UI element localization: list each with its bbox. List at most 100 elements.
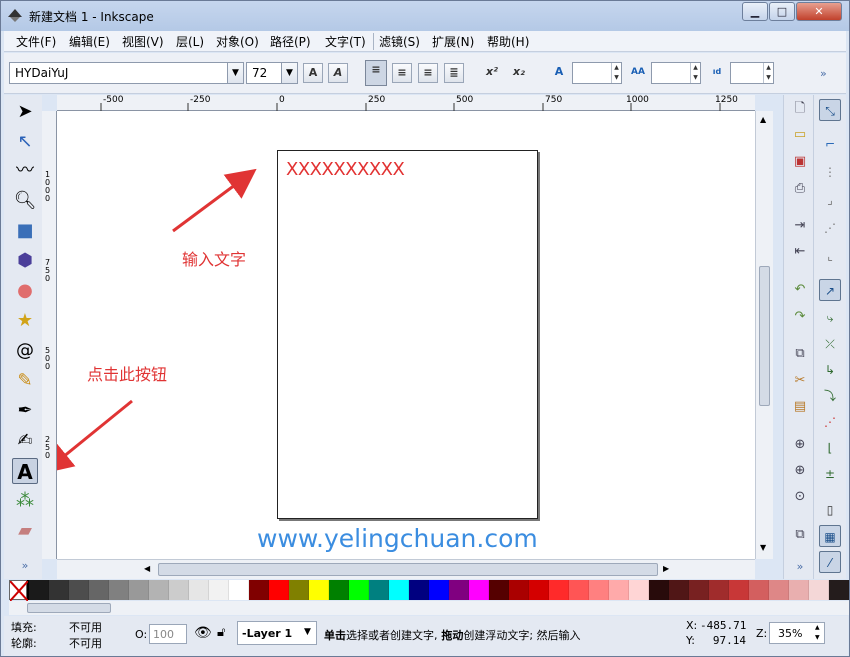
palette-swatch[interactable] (369, 580, 389, 600)
spin-arrows-icon[interactable]: ▲ ▼ (815, 623, 820, 643)
menu-text[interactable]: 文字(T) (325, 33, 366, 50)
text-tool-icon[interactable]: A (12, 458, 38, 484)
snap-nodes-icon[interactable]: ↗ (819, 279, 841, 301)
snap-smooth-icon[interactable]: ⤵ (819, 385, 841, 407)
palette-swatch[interactable] (569, 580, 589, 600)
palette-swatch[interactable] (149, 580, 169, 600)
zoom-drawing-icon[interactable]: ⊕ (790, 461, 810, 481)
save-icon[interactable]: ▣ (790, 152, 810, 172)
ellipse-tool-icon[interactable]: ● (12, 278, 38, 304)
font-size-combo[interactable]: 72 ▼ (246, 62, 298, 84)
snap-object-center-icon[interactable]: ⌊ (819, 437, 841, 459)
node-tool-icon[interactable]: ↖ (12, 129, 38, 155)
palette-swatch[interactable] (209, 580, 229, 600)
snap-rotation-center-icon[interactable]: ± (819, 463, 841, 485)
chevron-down-icon[interactable]: ▼ (227, 63, 243, 83)
palette-swatch[interactable] (309, 580, 329, 600)
spin-arrows-icon[interactable]: ▲ ▼ (611, 63, 621, 83)
snap-intersection-icon[interactable]: ⤫ (819, 333, 841, 355)
palette-swatch[interactable] (289, 580, 309, 600)
opacity-spin[interactable]: 100 (149, 624, 187, 644)
more-controls-button[interactable]: » (820, 67, 827, 80)
line-spacing-spin[interactable]: ▲ ▼ (572, 62, 622, 84)
menu-layer[interactable]: 层(L) (176, 33, 204, 50)
undo-icon[interactable]: ↶ (790, 280, 810, 300)
more-commands-button[interactable]: » (790, 557, 810, 577)
chevron-down-icon[interactable]: ▼ (304, 627, 311, 637)
palette-swatch[interactable] (349, 580, 369, 600)
copy-icon[interactable]: ⧉ (790, 344, 810, 364)
snap-grid-icon[interactable]: ▦ (819, 525, 841, 547)
palette-swatch[interactable] (69, 580, 89, 600)
pen-tool-icon[interactable]: ✒ (12, 398, 38, 424)
align-center-button[interactable]: ≡ (392, 63, 412, 83)
snap-bbox-mid-icon[interactable]: ⋰ (819, 217, 841, 239)
justify-button[interactable]: ≣ (444, 63, 464, 83)
palette-swatch[interactable] (29, 580, 49, 600)
menu-view[interactable]: 视图(V) (122, 33, 164, 50)
menu-path[interactable]: 路径(P) (270, 33, 311, 50)
bold-button[interactable]: A (303, 63, 323, 83)
palette-swatch[interactable] (169, 580, 189, 600)
menu-filters[interactable]: 滤镜(S) (379, 33, 420, 50)
scroll-up-icon[interactable]: ▲ (760, 115, 766, 124)
palette-swatch[interactable] (269, 580, 289, 600)
stroke-value[interactable]: 不可用 (69, 635, 102, 651)
palette-swatch[interactable] (669, 580, 689, 600)
pencil-tool-icon[interactable]: ✎ (12, 368, 38, 394)
palette-swatch[interactable] (689, 580, 709, 600)
document-page[interactable]: XXXXXXXXXX (277, 150, 538, 519)
italic-button[interactable]: A (328, 63, 348, 83)
palette-swatch[interactable] (229, 580, 249, 600)
paste-icon[interactable]: ▤ (790, 397, 810, 417)
eraser-tool-icon[interactable]: ▰ (12, 518, 38, 544)
align-left-button[interactable]: ≡ (365, 60, 387, 86)
palette-swatch[interactable] (409, 580, 429, 600)
letter-spacing-spin[interactable]: ▲ ▼ (651, 62, 701, 84)
palette-swatch[interactable] (709, 580, 729, 600)
scroll-thumb[interactable] (27, 603, 111, 613)
palette-swatch[interactable] (529, 580, 549, 600)
menu-file[interactable]: 文件(F) (16, 33, 56, 50)
snap-bbox-center-icon[interactable]: ⌞ (819, 245, 841, 267)
snap-page-border-icon[interactable]: ▯ (819, 499, 841, 521)
palette-scrollbar[interactable] (9, 601, 849, 615)
snap-bbox-corner-icon[interactable]: ⌟ (819, 189, 841, 211)
palette-swatch[interactable] (489, 580, 509, 600)
print-icon[interactable]: ⎙ (790, 179, 810, 199)
star-tool-icon[interactable]: ★ (12, 308, 38, 334)
scroll-left-icon[interactable]: ◀ (144, 564, 150, 573)
menu-help[interactable]: 帮助(H) (487, 33, 529, 50)
palette-swatch[interactable] (749, 580, 769, 600)
subscript-button[interactable]: x₂ (509, 63, 529, 83)
calligraphy-tool-icon[interactable]: ✍ (12, 428, 38, 454)
palette-swatch[interactable] (329, 580, 349, 600)
palette-swatch[interactable] (89, 580, 109, 600)
3dbox-tool-icon[interactable]: ⬢ (12, 248, 38, 274)
zoom-spin[interactable]: 35% ▲ ▼ (769, 622, 825, 644)
more-tools-button[interactable]: » (12, 553, 38, 579)
fill-value[interactable]: 不可用 (69, 619, 102, 635)
palette-swatch[interactable] (629, 580, 649, 600)
import-icon[interactable]: ⇥ (790, 216, 810, 236)
snap-cusp-icon[interactable]: ↳ (819, 359, 841, 381)
superscript-button[interactable]: x² (482, 63, 502, 83)
export-icon[interactable]: ⇤ (790, 242, 810, 262)
word-spacing-spin[interactable]: ▲ ▼ (730, 62, 774, 84)
snap-toggle-icon[interactable]: ⤡ (819, 99, 841, 121)
menu-edit[interactable]: 编辑(E) (69, 33, 110, 50)
snap-path-icon[interactable]: ⤷ (819, 307, 841, 329)
palette-swatch[interactable] (449, 580, 469, 600)
spray-tool-icon[interactable]: ⁂ (12, 488, 38, 514)
spin-arrows-icon[interactable]: ▲ ▼ (690, 63, 700, 83)
duplicate-icon[interactable]: ⧉ (790, 525, 810, 545)
palette-swatch[interactable] (129, 580, 149, 600)
redo-icon[interactable]: ↷ (790, 307, 810, 327)
new-document-icon[interactable]: 🗋 (790, 99, 810, 119)
drawing-canvas[interactable]: XXXXXXXXXX 输入文字 点击此按钮 www.yelingchuan.co… (57, 111, 755, 559)
palette-swatch[interactable] (189, 580, 209, 600)
scroll-right-icon[interactable]: ▶ (663, 564, 669, 573)
text-object[interactable]: XXXXXXXXXX (286, 159, 405, 180)
rectangle-tool-icon[interactable]: ■ (12, 218, 38, 244)
vertical-scrollbar[interactable]: ▲ ▼ (755, 111, 773, 559)
